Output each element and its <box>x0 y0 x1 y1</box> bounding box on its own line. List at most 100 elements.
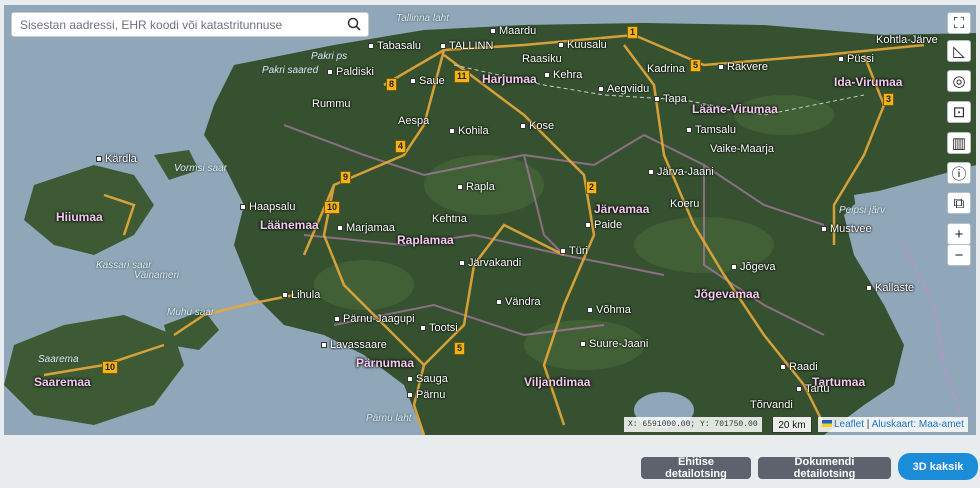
3d-twin-button[interactable]: 3D kaksik <box>898 453 978 480</box>
town-label: Kärdla <box>96 153 137 165</box>
road-number-shield: 8 <box>386 78 398 91</box>
county-label: Viljandimaa <box>524 375 591 389</box>
county-label: Pärnumaa <box>356 356 415 370</box>
town-label: Haapsalu <box>240 201 295 213</box>
county-label: Saaremaa <box>34 375 91 389</box>
town-label: Aegviidu <box>598 83 649 95</box>
town-label: Kehtna <box>432 213 467 225</box>
town-label: Püssi <box>838 53 874 65</box>
town-label: Kohila <box>449 125 489 137</box>
sea-label: Peipsi järv <box>839 205 886 216</box>
screenshot-icon: ⊡ <box>952 104 966 121</box>
fullscreen-button[interactable]: ⛶ <box>947 12 971 34</box>
leaflet-link[interactable]: Leaflet <box>834 419 864 430</box>
measure-icon: ◺ <box>953 43 965 60</box>
town-label: Järvakandi <box>459 257 521 269</box>
town-label: Lihula <box>282 289 320 301</box>
county-label: Jõgevamaa <box>694 287 760 301</box>
town-label: Tamsalu <box>686 124 736 136</box>
road-number-shield: 9 <box>340 171 352 184</box>
town-label: Aespa <box>398 115 430 127</box>
sea-label: Vormsi saar <box>174 163 227 174</box>
basemap-link[interactable]: Aluskaart: Maa-amet <box>872 419 964 430</box>
town-label: Kehra <box>544 69 582 81</box>
map-basemap <box>4 5 976 435</box>
county-label: Raplamaa <box>397 233 454 247</box>
town-label: Pärnu-Jaagupi <box>334 313 415 325</box>
town-label: Tapa <box>654 93 687 105</box>
zoom-in-button[interactable]: + <box>947 223 971 245</box>
info-button[interactable]: ⓘ <box>947 162 971 184</box>
town-label: Paldiski <box>327 66 374 78</box>
sea-label: Pärnu laht <box>366 413 412 424</box>
search-icon[interactable] <box>347 17 361 36</box>
road-number-shield: 4 <box>395 140 407 153</box>
town-label: Suure-Jaani <box>580 338 648 350</box>
town-label: Tootsi <box>420 322 458 334</box>
town-label: Kuusalu <box>558 39 607 51</box>
map-layers-icon: ▥ <box>951 135 967 152</box>
town-label: Sauga <box>407 373 448 385</box>
town-label: Maardu <box>490 25 536 37</box>
sea-label: Pakri saared <box>262 65 319 76</box>
road-number-shield: 5 <box>454 342 466 355</box>
county-label: Lääne-Virumaa <box>692 102 778 116</box>
town-label: Lavassaare <box>321 339 387 351</box>
town-label: Jõgeva <box>731 261 775 273</box>
town-label: Rapla <box>457 181 495 193</box>
county-label: Harjumaa <box>482 72 537 86</box>
town-label: Kose <box>520 120 554 132</box>
town-label: Saue <box>410 75 445 87</box>
search-box <box>11 12 369 37</box>
fullscreen-icon: ⛶ <box>953 14 965 32</box>
road-number-shield: 11 <box>454 70 470 83</box>
map-attribution: Leaflet | Aluskaart: Maa-amet <box>818 417 968 432</box>
town-label: Raasiku <box>522 53 562 65</box>
town-label: Vaike-Maarja <box>710 143 774 155</box>
layers-button[interactable]: ▥ <box>947 132 971 154</box>
town-label: Mustvee <box>821 223 872 235</box>
county-label: Läänemaa <box>260 218 319 232</box>
county-label: Ida-Virumaa <box>834 75 903 89</box>
town-label: Järva-Jaani <box>648 166 714 178</box>
extent-button[interactable]: ⧉ <box>947 192 971 214</box>
road-number-shield: 2 <box>586 181 598 194</box>
town-label: Vändra <box>496 296 540 308</box>
town-label: TALLINN <box>440 40 493 52</box>
town-label: Pärnu <box>407 389 445 401</box>
sea-label: Tallinna laht <box>396 13 450 24</box>
town-label: Võhma <box>587 304 631 316</box>
town-label: Tabasalu <box>368 40 421 52</box>
plus-icon: + <box>954 225 964 243</box>
measure-button[interactable]: ◺ <box>947 40 971 62</box>
road-number-shield: 3 <box>883 93 895 106</box>
attribution-separator: | <box>864 419 872 430</box>
county-label: Hiiumaa <box>56 210 103 224</box>
locate-button[interactable]: ◎ <box>947 70 971 92</box>
locate-icon: ◎ <box>952 73 966 90</box>
town-label: Koeru <box>670 198 700 210</box>
town-label: Paide <box>585 219 622 231</box>
minus-icon: − <box>954 246 964 264</box>
building-detail-search-button[interactable]: Ehitise detailotsing <box>641 456 751 480</box>
road-number-shield: 10 <box>324 201 341 214</box>
sea-label: Pakri ps <box>311 51 348 62</box>
town-label: Rakvere <box>718 61 768 73</box>
town-label: Tartu <box>796 383 829 395</box>
road-number-shield: 5 <box>690 59 702 72</box>
ukraine-flag-icon <box>822 420 832 427</box>
document-detail-search-button[interactable]: Dokumendi detailotsing <box>758 456 891 480</box>
road-number-shield: 10 <box>102 361 119 374</box>
town-label: Kallaste <box>866 282 914 294</box>
coordinates-readout: X: 6591000.00; Y: 701750.00 <box>624 417 762 432</box>
search-input[interactable] <box>12 13 348 36</box>
county-label: Järvamaa <box>594 202 650 216</box>
scale-bar: 20 km <box>772 417 812 433</box>
road-number-shield: 1 <box>627 26 639 39</box>
zoom-out-button[interactable]: − <box>947 244 971 266</box>
town-label: Kohtla-Järve <box>876 34 938 46</box>
screenshot-button[interactable]: ⊡ <box>947 101 971 123</box>
map-view[interactable]: Harjumaa Lääne-Virumaa Ida-Virumaa Hiium… <box>4 5 976 435</box>
town-label: Tõrvandi <box>750 399 793 411</box>
sea-label: Muhu saar <box>167 307 215 318</box>
